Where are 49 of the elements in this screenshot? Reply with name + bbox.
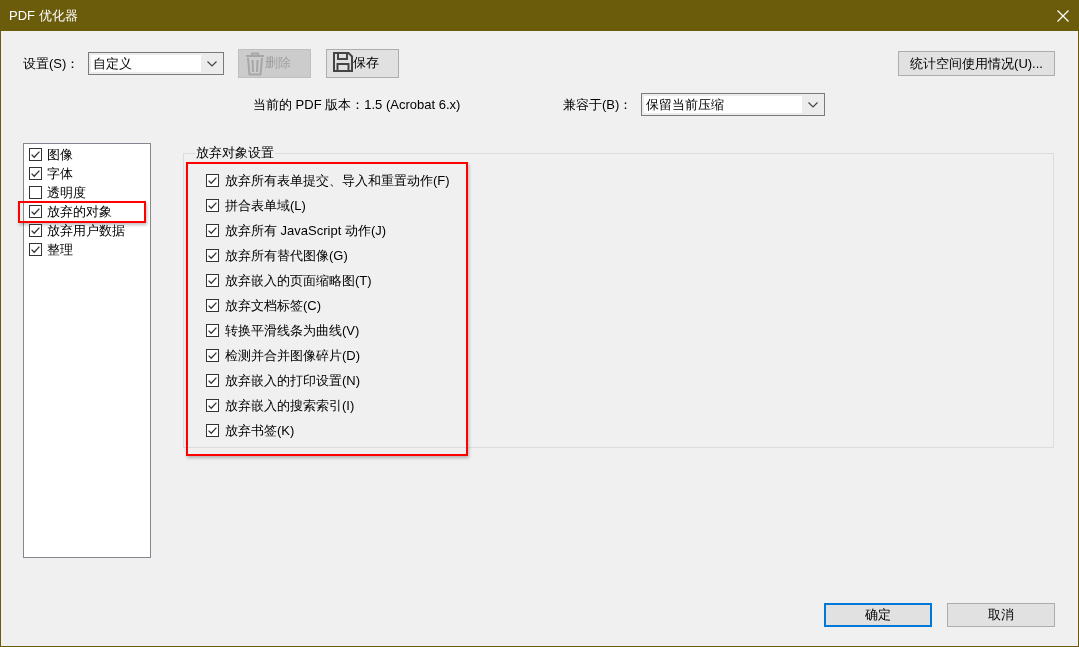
- category-item[interactable]: 整理: [47, 240, 73, 259]
- chevron-down-icon: [808, 101, 818, 108]
- checkbox[interactable]: [29, 243, 42, 256]
- save-button[interactable]: 保存: [326, 49, 399, 78]
- option-label[interactable]: 放弃文档标签(C): [225, 296, 322, 315]
- checkbox[interactable]: [206, 374, 219, 387]
- category-item[interactable]: 透明度: [47, 183, 86, 202]
- window-title: PDF 优化器: [9, 6, 78, 25]
- trash-icon: [245, 52, 265, 76]
- option-label[interactable]: 放弃嵌入的搜索索引(I): [225, 396, 355, 415]
- checkbox[interactable]: [206, 174, 219, 187]
- checkbox[interactable]: [206, 249, 219, 262]
- close-icon: [1057, 9, 1069, 22]
- checkbox[interactable]: [29, 186, 42, 199]
- checkbox[interactable]: [206, 349, 219, 362]
- option-label[interactable]: 放弃嵌入的打印设置(N): [225, 371, 361, 390]
- audit-space-button[interactable]: 统计空间使用情况(U)...: [898, 51, 1055, 76]
- option-label[interactable]: 放弃嵌入的页面缩略图(T): [225, 271, 372, 290]
- checkbox[interactable]: [206, 274, 219, 287]
- version-info: 当前的 PDF 版本：1.5 (Acrobat 6.x): [253, 95, 462, 114]
- option-label[interactable]: 放弃所有 JavaScript 动作(J): [225, 221, 387, 240]
- checkbox[interactable]: [29, 205, 42, 218]
- ok-button[interactable]: 确定: [824, 603, 932, 627]
- option-label[interactable]: 放弃所有替代图像(G): [225, 246, 348, 265]
- checkbox[interactable]: [206, 299, 219, 312]
- compatibility-label: 兼容于(B)：: [563, 95, 634, 114]
- cancel-button[interactable]: 取消: [947, 603, 1055, 627]
- category-item[interactable]: 字体: [47, 164, 73, 183]
- category-item[interactable]: 图像: [47, 145, 73, 164]
- chevron-down-icon: [207, 60, 217, 67]
- checkbox[interactable]: [29, 148, 42, 161]
- option-label[interactable]: 拼合表单域(L): [225, 196, 306, 215]
- option-label[interactable]: 检测并合并图像碎片(D): [225, 346, 361, 365]
- settings-dropdown[interactable]: 自定义: [88, 52, 224, 75]
- checkbox[interactable]: [206, 224, 219, 237]
- checkbox[interactable]: [206, 424, 219, 437]
- checkbox[interactable]: [206, 399, 219, 412]
- category-item[interactable]: 放弃的对象: [47, 202, 112, 221]
- option-label[interactable]: 放弃书签(K): [225, 421, 295, 440]
- settings-label: 设置(S)：: [23, 54, 81, 73]
- option-label[interactable]: 转换平滑线条为曲线(V): [225, 321, 360, 340]
- category-item[interactable]: 放弃用户数据: [47, 221, 125, 240]
- checkbox[interactable]: [206, 199, 219, 212]
- option-label[interactable]: 放弃所有表单提交、导入和重置动作(F): [225, 171, 450, 190]
- checkbox[interactable]: [29, 224, 42, 237]
- checkbox[interactable]: [29, 167, 42, 180]
- checkbox[interactable]: [206, 324, 219, 337]
- group-title: 放弃对象设置: [195, 145, 275, 161]
- compatibility-dropdown[interactable]: 保留当前压缩: [641, 93, 825, 116]
